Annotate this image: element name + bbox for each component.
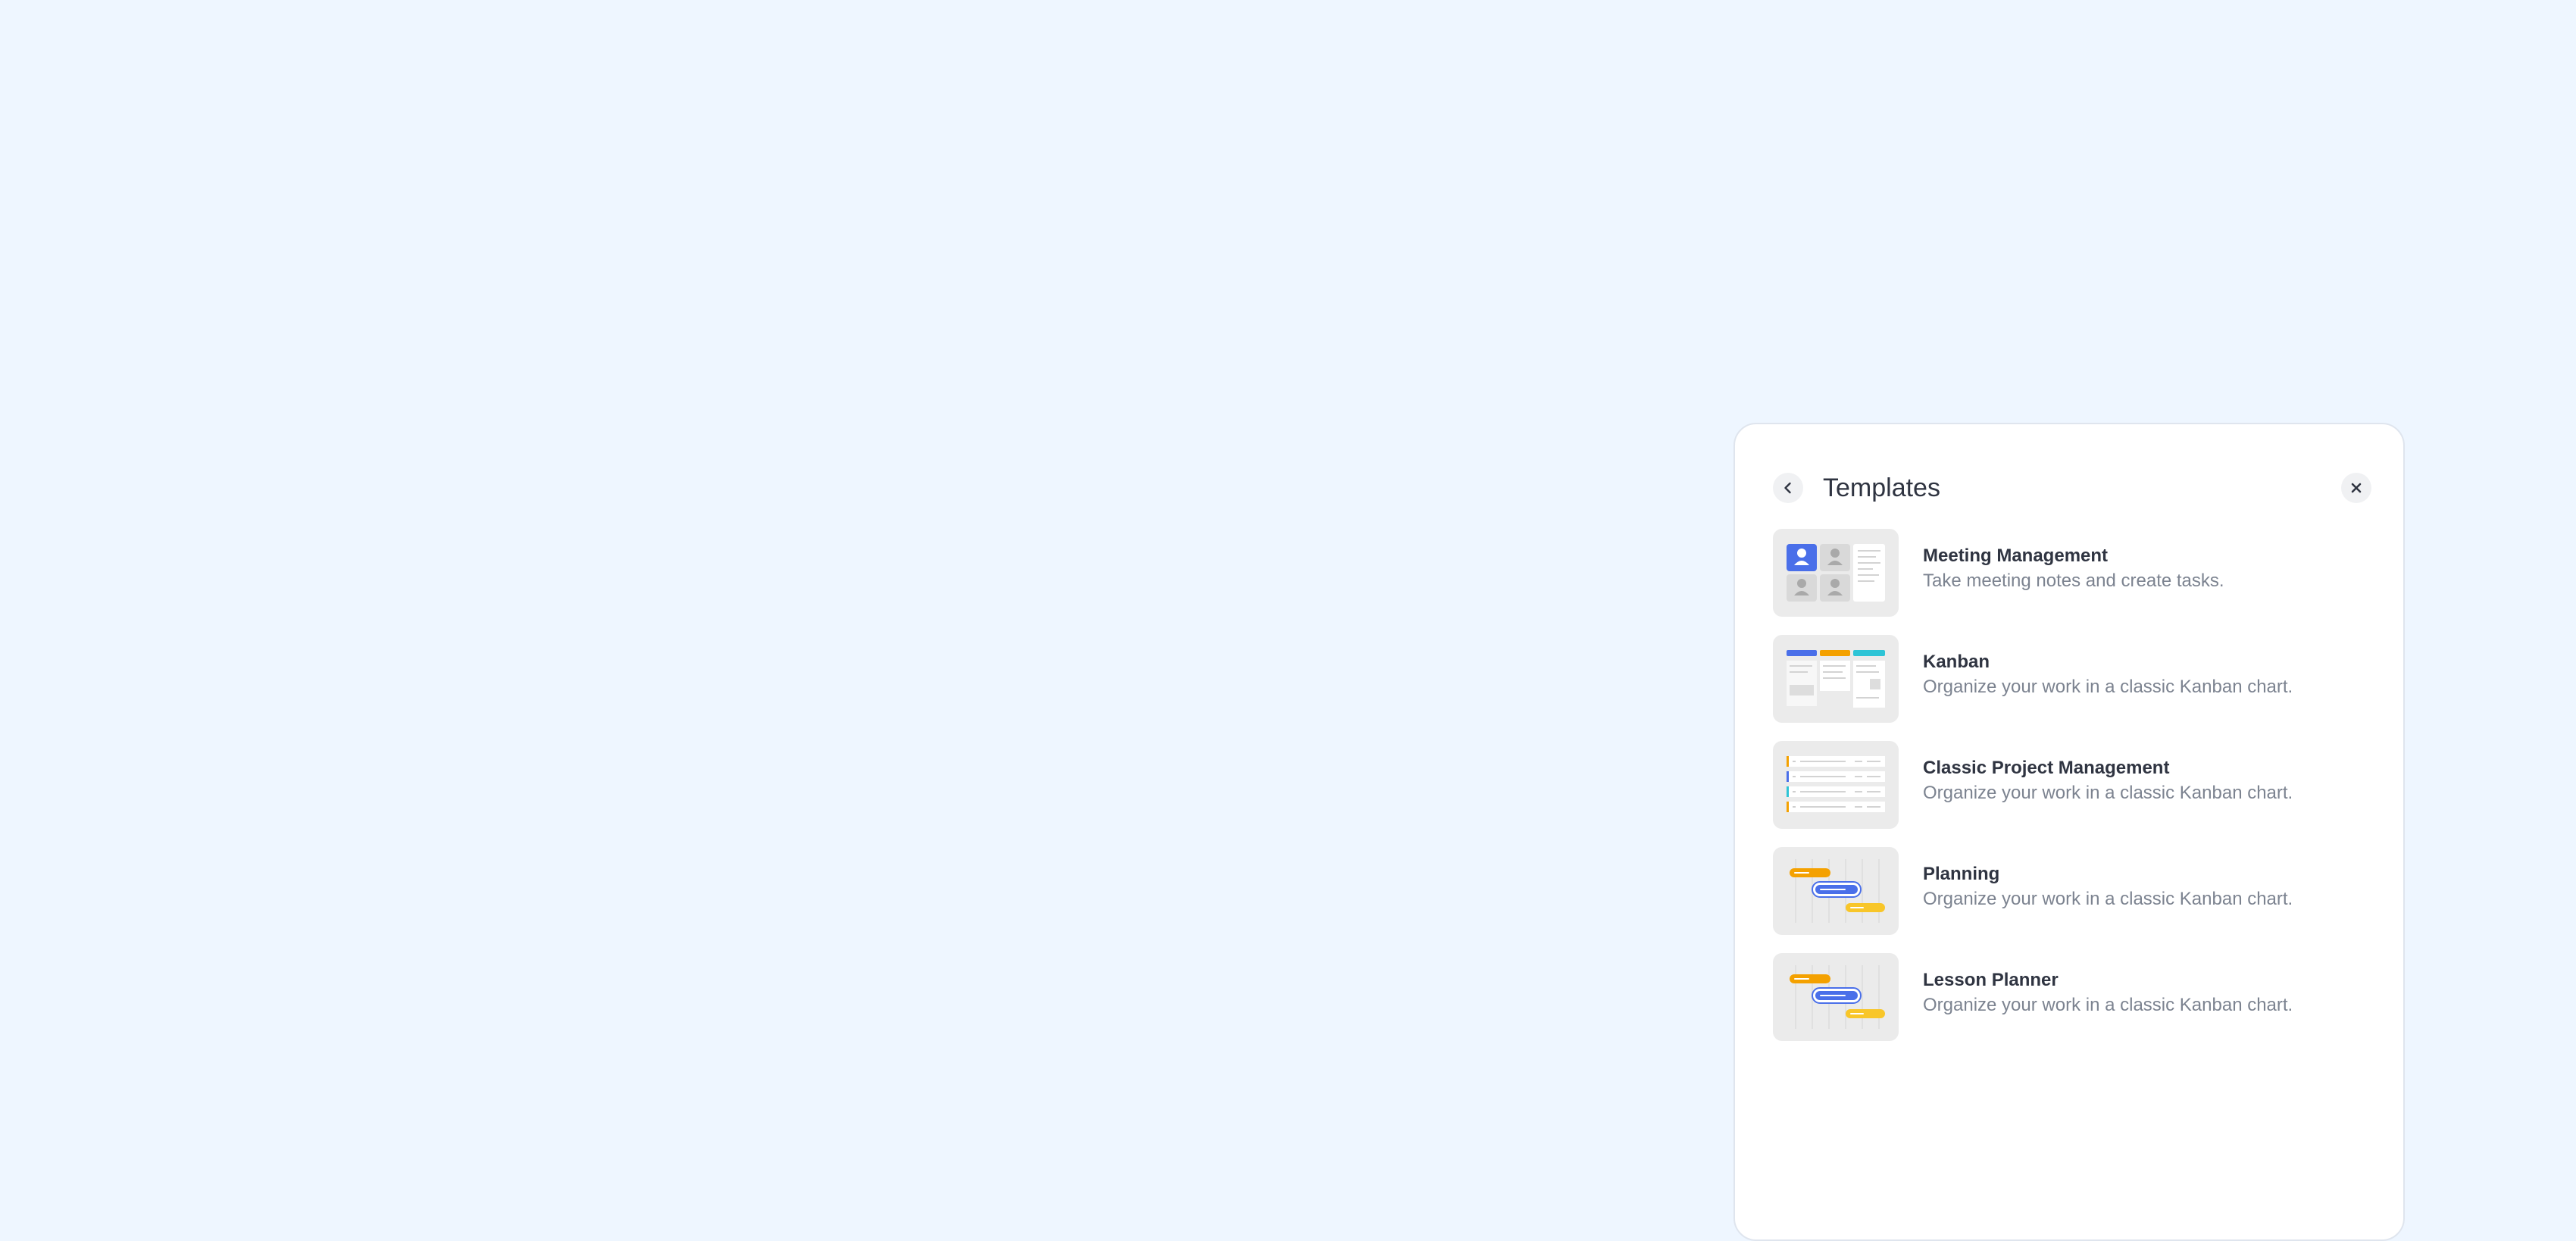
template-title: Lesson Planner: [1923, 970, 2059, 990]
panel-title: Templates: [1823, 474, 1940, 502]
kanban-thumbnail: [1773, 635, 1899, 723]
gantt-thumbnail: [1773, 847, 1899, 935]
close-icon: [2351, 483, 2362, 493]
template-text: Meeting Management Take meeting notes an…: [1923, 544, 2370, 594]
template-item-planning[interactable]: Planning Organize your work in a classic…: [1773, 847, 2371, 935]
close-button[interactable]: [2341, 473, 2371, 503]
template-list: Meeting Management Take meeting notes an…: [1773, 529, 2371, 1059]
panel-header: Templates: [1773, 467, 2371, 509]
template-description: Organize your work in a classic Kanban c…: [1923, 889, 2293, 909]
back-button[interactable]: [1773, 473, 1803, 503]
template-text: Kanban Organize your work in a classic K…: [1923, 650, 2370, 700]
template-item-meeting-management[interactable]: Meeting Management Take meeting notes an…: [1773, 529, 2371, 617]
project-list-thumbnail: [1773, 741, 1899, 829]
template-description: Take meeting notes and create tasks.: [1923, 570, 2224, 591]
template-title: Planning: [1923, 864, 2000, 884]
template-title: Meeting Management: [1923, 545, 2109, 566]
chevron-left-icon: [1784, 482, 1791, 494]
template-text: Planning Organize your work in a classic…: [1923, 862, 2370, 912]
gantt-thumbnail: [1773, 953, 1899, 1041]
templates-panel: Templates Meeting Management Take meetin…: [1733, 423, 2405, 1241]
template-item-classic-project-management[interactable]: Classic Project Management Organize your…: [1773, 741, 2371, 829]
template-title: Classic Project Management: [1923, 758, 2170, 778]
template-description: Organize your work in a classic Kanban c…: [1923, 995, 2293, 1015]
template-text: Classic Project Management Organize your…: [1923, 756, 2370, 806]
template-description: Organize your work in a classic Kanban c…: [1923, 783, 2293, 803]
template-title: Kanban: [1923, 652, 1990, 672]
template-item-kanban[interactable]: Kanban Organize your work in a classic K…: [1773, 635, 2371, 723]
template-text: Lesson Planner Organize your work in a c…: [1923, 968, 2370, 1018]
template-item-lesson-planner[interactable]: Lesson Planner Organize your work in a c…: [1773, 953, 2371, 1041]
meeting-thumbnail: [1773, 529, 1899, 617]
template-description: Organize your work in a classic Kanban c…: [1923, 677, 2293, 697]
